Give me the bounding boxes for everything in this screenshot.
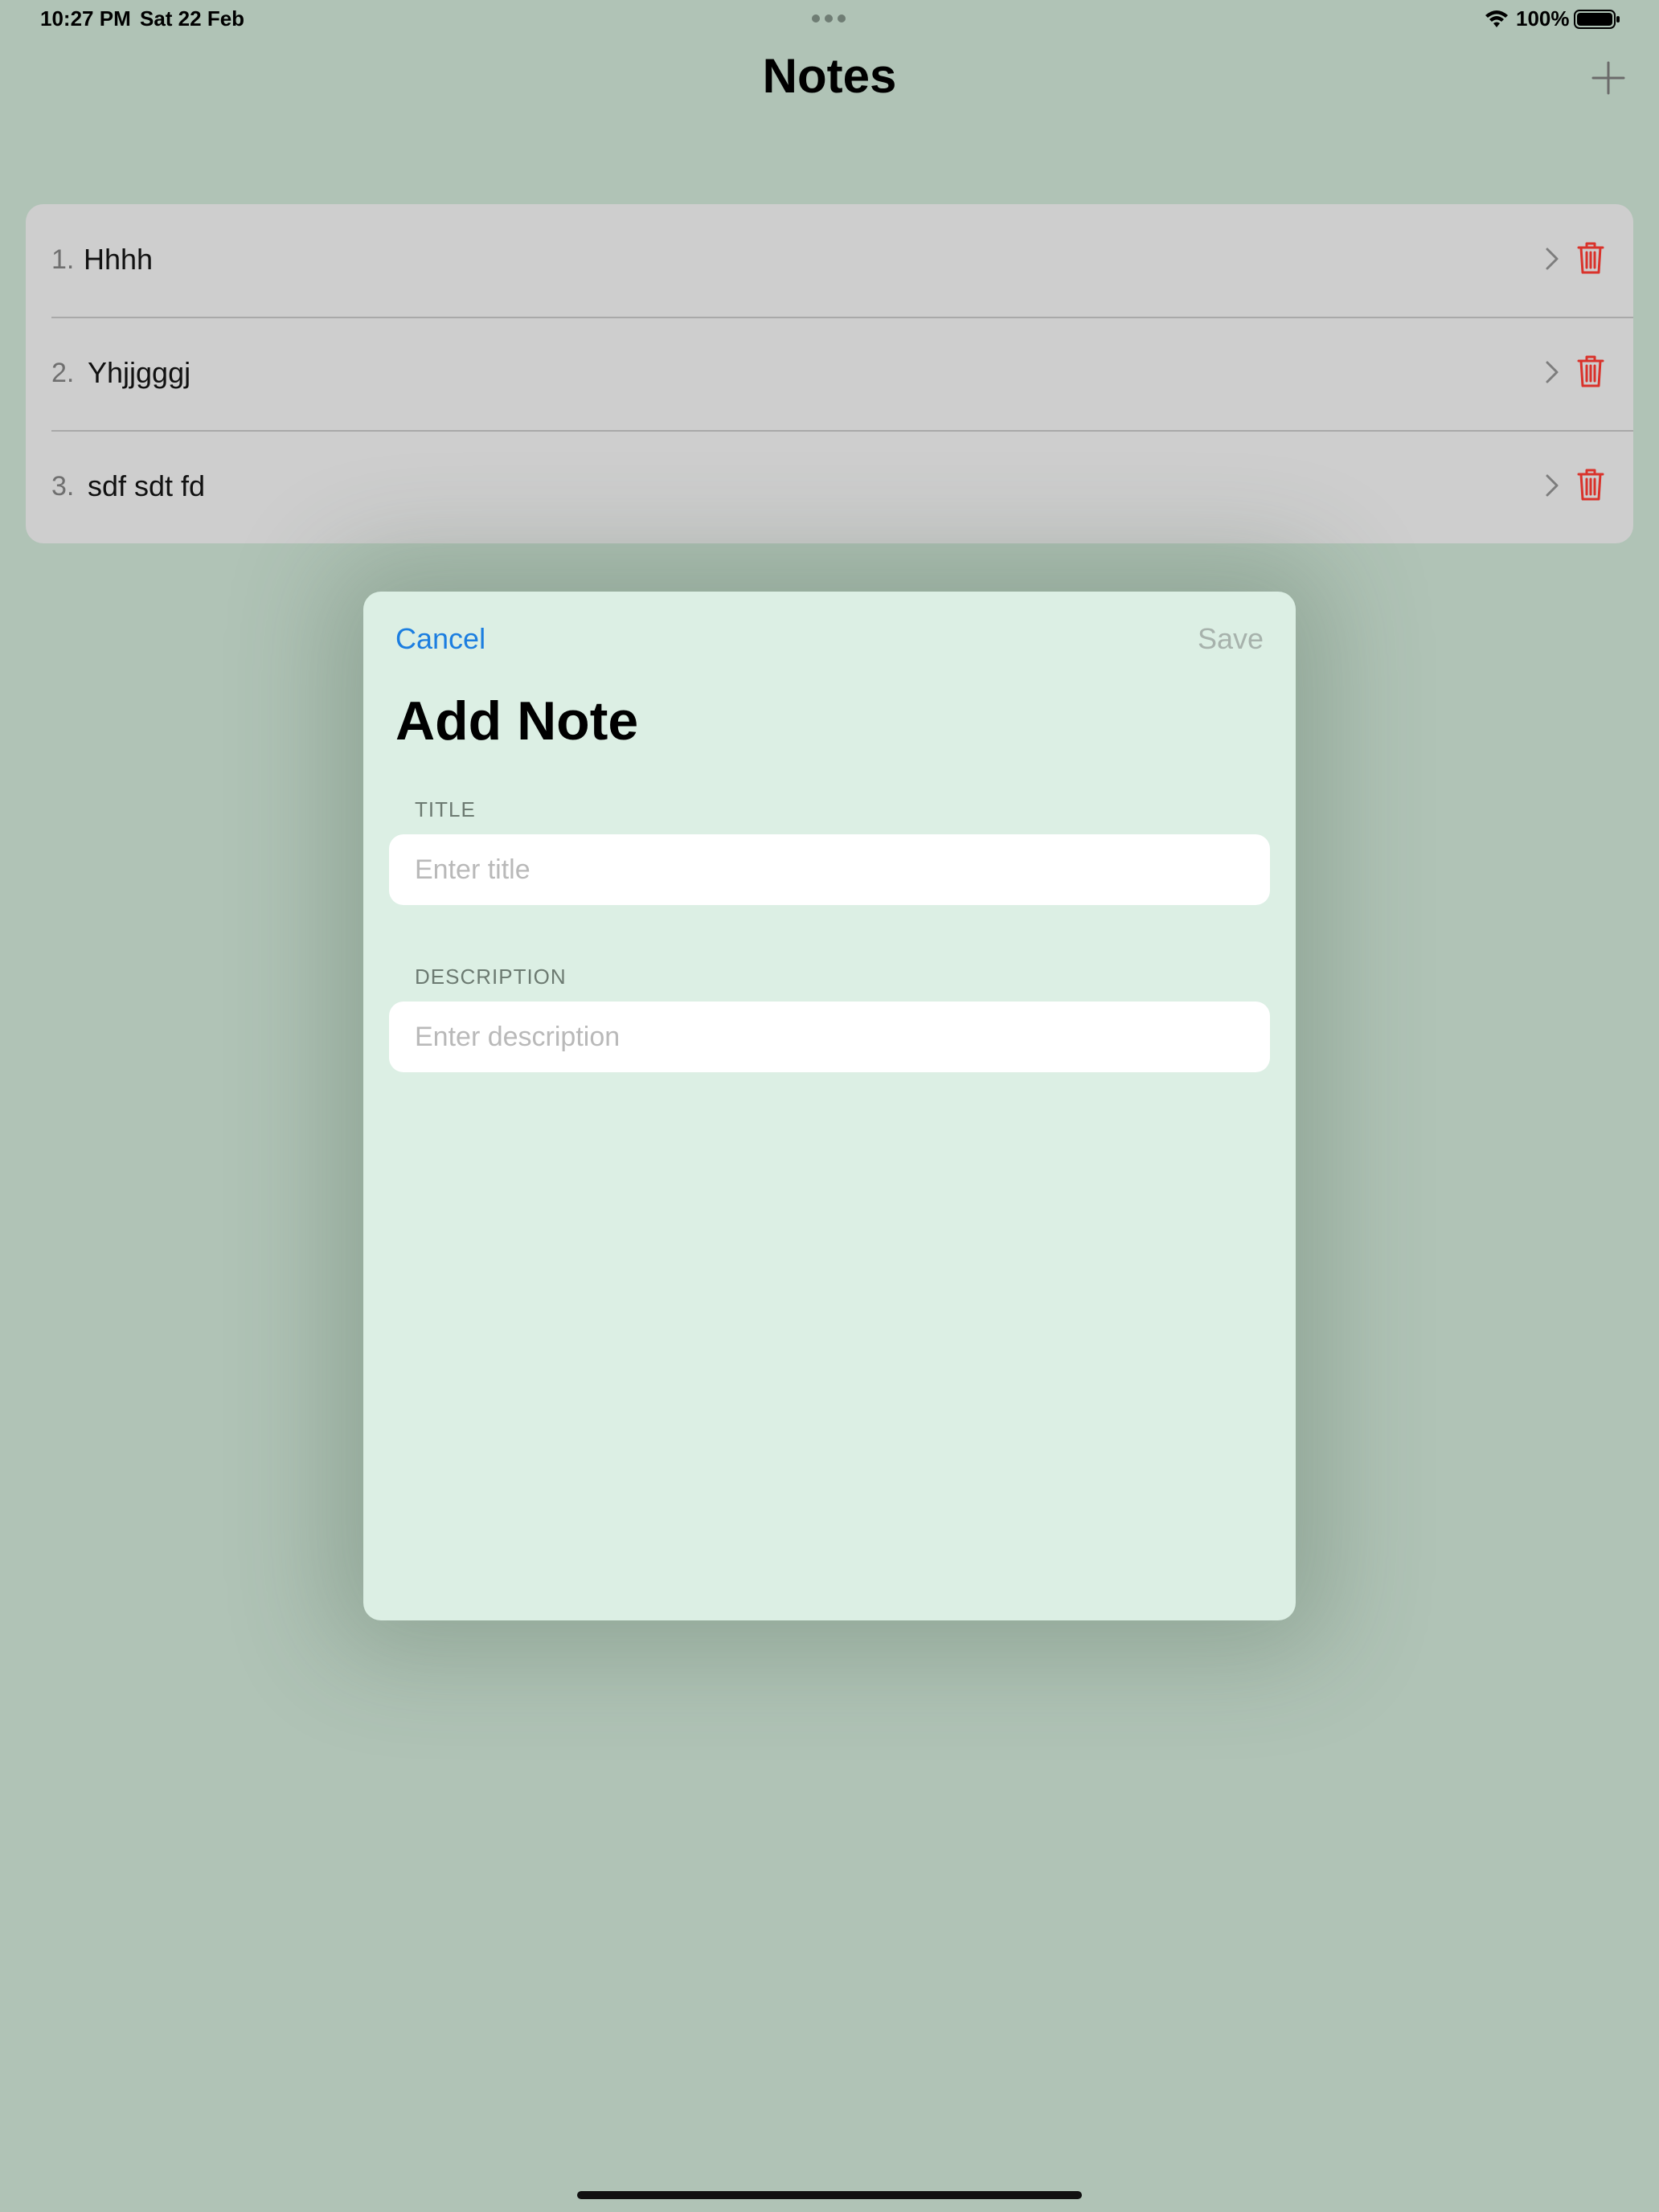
notes-list: 1. Hhhh 2. Yhjjgggj 3. sdf sdt fd [26,204,1633,543]
title-input[interactable] [389,834,1270,905]
status-time: 10:27 PM [40,6,131,31]
add-note-sheet: Cancel Save Add Note TITLE DESCRIPTION [363,592,1296,1620]
note-title: sdf sdt fd [88,469,206,502]
note-number: 2. [51,358,75,388]
battery-icon [1574,10,1620,29]
wifi-icon [1485,10,1508,27]
note-row-1[interactable]: 1. Hhhh [26,204,1633,317]
save-button[interactable]: Save [1198,622,1264,656]
status-bar: 10:27 PM Sat 22 Feb 100% [0,0,1659,40]
description-input[interactable] [389,1002,1270,1072]
note-row-3[interactable]: 3. sdf sdt fd [26,431,1633,543]
note-title: Hhhh [84,243,154,276]
status-date: Sat 22 Feb [140,6,245,31]
note-number: 3. [51,471,75,502]
sheet-title: Add Note [395,690,639,752]
home-indicator[interactable] [577,2191,1082,2199]
multitasking-dots-icon[interactable] [812,14,846,23]
note-number: 1. [51,244,75,275]
add-note-button[interactable] [1590,59,1627,96]
title-section-label: TITLE [415,797,476,821]
note-title: Yhjjgggj [88,356,191,389]
screen: 10:27 PM Sat 22 Feb 100% Notes 1. Hhhh 2… [0,0,1659,2212]
battery-percentage: 100% [1516,6,1570,31]
trash-icon[interactable] [1577,354,1604,388]
description-section-label: DESCRIPTION [415,965,567,989]
trash-icon[interactable] [1577,468,1604,502]
chevron-right-icon[interactable] [1543,244,1561,273]
trash-icon[interactable] [1577,241,1604,275]
chevron-right-icon[interactable] [1543,471,1561,500]
page-title: Notes [762,49,897,103]
cancel-button[interactable]: Cancel [395,622,485,656]
chevron-right-icon[interactable] [1543,358,1561,387]
note-row-2[interactable]: 2. Yhjjgggj [26,317,1633,430]
